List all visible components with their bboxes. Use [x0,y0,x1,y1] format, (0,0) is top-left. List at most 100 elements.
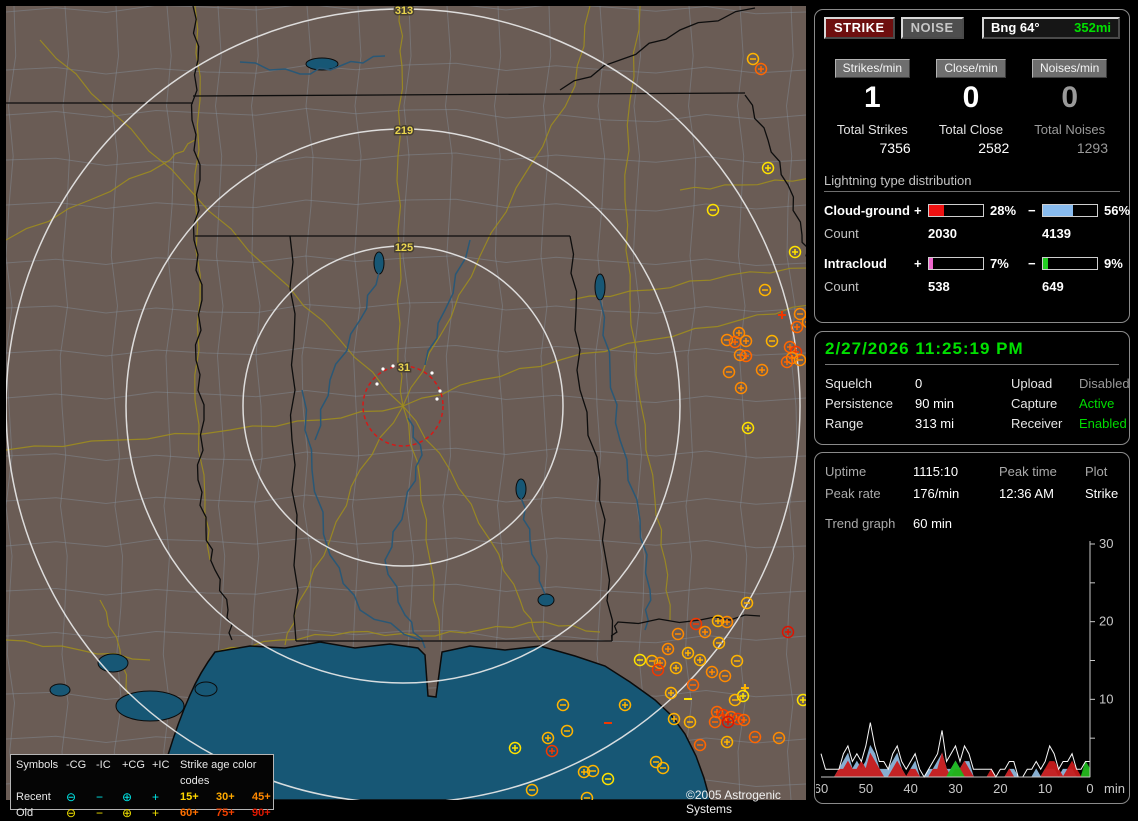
trend-graph: 10 20 30 60 50 40 30 20 10 0 min [816,536,1125,796]
cloud-ground-row: Cloud-ground + 28% − 56% [824,201,1130,219]
ic-negative-pct: 9% [1104,255,1123,271]
svg-text:min: min [1104,781,1125,796]
legend-header-cgp: +CG [122,759,145,771]
total-strikes-value: 7356 [879,140,911,156]
uptime-label: Uptime [825,464,867,479]
datetime-display: 2/27/2026 11:25:19 PM [825,339,1119,365]
ic-pos-symbol-icon: + [152,790,160,804]
noise-toggle-button[interactable]: NOISE [900,17,964,39]
minus-sign: − [1028,202,1036,218]
ic-positive-bar [928,256,984,270]
cg-negative-bar [1042,203,1098,217]
bearing-range-value: 352mi [1074,20,1111,35]
svg-text:30: 30 [1099,536,1113,551]
cg-positive-count: 2030 [928,225,957,241]
ic-negative-count: 649 [1042,278,1064,294]
peak-time-value: 12:36 AM [999,486,1054,501]
cg-positive-bar [928,203,984,217]
total-close-value: 2582 [978,140,1010,156]
map-canvas: 313 219 125 31 [6,6,806,800]
svg-text:0: 0 [1086,781,1093,796]
legend-row-label: Old [16,807,34,819]
ic-positive-pct: 7% [990,255,1009,271]
cg-positive-pct: 28% [990,202,1017,218]
noises-counter: Noises/min 0 Total Noises 1293 [1021,59,1118,156]
bearing-display: Bng 64° 352mi [982,17,1120,39]
legend-row-old: Old ⊖ − ⊕ +60+ 75+ 90+ [16,805,271,821]
capture-status: Active [1079,396,1115,411]
age-code: 60+ [180,807,199,819]
total-strikes-label: Total Strikes [836,122,908,137]
cg-pos-symbol-icon: ⊕ [122,806,133,820]
range-value: 313 mi [915,416,955,431]
svg-text:20: 20 [1099,614,1113,629]
bearing-value: Bng 64° [991,20,1040,35]
ic-positive-count: 538 [928,278,950,294]
intracloud-count-row: Count 538 649 [824,278,1120,294]
squelch-value: 0 [915,376,923,391]
persistence-label: Persistence [825,396,893,411]
plot-mode-value: Strike [1085,486,1119,501]
svg-text:30: 30 [948,781,962,796]
plus-sign: + [914,255,922,271]
legend-row-recent: Recent ⊖ − ⊕ +15+ 30+ 45+ [16,789,271,805]
plot-label: Plot [1085,464,1108,479]
strikes-per-min-chip[interactable]: Strikes/min [834,59,910,78]
svg-text:20: 20 [993,781,1007,796]
age-code: 45+ [252,791,271,803]
svg-text:10: 10 [1038,781,1052,796]
svg-text:10: 10 [1099,691,1113,706]
svg-text:219: 219 [395,125,413,137]
legend-header-symbols: Symbols [16,759,59,771]
ic-neg-symbol-icon: − [96,806,104,820]
intracloud-row: Intracloud + 7% − 9% [824,254,1123,272]
cg-pos-symbol-icon: ⊕ [122,790,133,804]
trend-panel: Uptime 1115:10 Peak time Plot Peak rate … [814,452,1130,804]
receiver-label: Receiver [1011,416,1063,431]
legend-header-icm: -IC [96,759,111,771]
noises-per-min-chip[interactable]: Noises/min [1032,59,1108,78]
persistence-value: 90 min [915,396,955,411]
strike-stats-panel: STRIKE NOISE Bng 64° 352mi Strikes/min 1… [814,9,1130,323]
lightning-map[interactable]: 313 219 125 31 Symbols -CG -IC +CG +IC Stri… [6,6,816,820]
ic-pos-symbol-icon: + [152,806,160,820]
svg-text:313: 313 [395,6,413,17]
uptime-value: 1115:10 [913,464,959,479]
map-legend: Symbols -CG -IC +CG +IC Strike age color… [10,754,274,820]
upload-label: Upload [1011,376,1053,391]
distribution-title: Lightning type distribution [824,173,1120,192]
legend-row-label: Recent [16,791,51,803]
close-counter: Close/min 0 Total Close 2582 [923,59,1020,156]
cg-neg-symbol-icon: ⊖ [66,790,77,804]
ic-neg-symbol-icon: − [96,790,104,804]
total-close-label: Total Close [938,122,1004,137]
svg-text:50: 50 [859,781,873,796]
close-per-min-chip[interactable]: Close/min [936,59,1006,78]
legend-header-icp: +IC [152,759,170,771]
age-code: 30+ [216,791,235,803]
total-noises-value: 1293 [1076,140,1109,156]
trend-graph-label: Trend graph [825,516,896,531]
range-label: Range [825,416,864,431]
svg-text:125: 125 [395,242,413,254]
app-window: { "map": { "land_color": "#6a5c55", "wat… [0,0,1138,820]
strikes-counter: Strikes/min 1 Total Strikes 7356 [824,59,921,156]
cg-neg-symbol-icon: ⊖ [66,806,77,820]
peak-rate-value: 176/min [913,486,960,501]
receiver-status: Enabled [1079,416,1127,431]
svg-text:31: 31 [398,362,410,374]
age-code: 90+ [252,807,271,819]
minus-sign: − [1028,255,1036,271]
age-code: 15+ [180,791,199,803]
trend-window-value: 60 min [913,516,953,531]
upload-status: Disabled [1079,376,1130,391]
legend-age-title: Strike age color codes [180,759,257,787]
plus-sign: + [914,202,922,218]
svg-text:40: 40 [903,781,917,796]
total-noises-label: Total Noises [1034,122,1106,137]
peak-rate-label: Peak rate [825,486,881,501]
strike-toggle-button[interactable]: STRIKE [824,17,895,39]
ic-negative-bar [1042,256,1098,270]
cg-negative-count: 4139 [1042,225,1071,241]
svg-text:60: 60 [816,781,828,796]
